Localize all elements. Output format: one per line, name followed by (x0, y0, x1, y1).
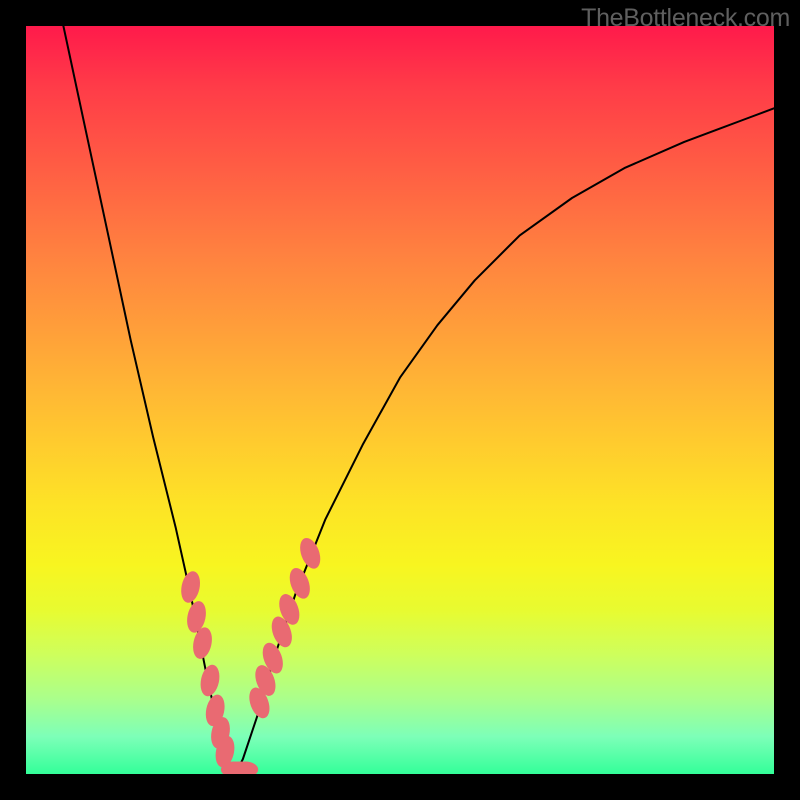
data-marker (198, 663, 222, 698)
bottleneck-curve (63, 26, 774, 774)
plot-area (26, 26, 774, 774)
data-marker (178, 569, 202, 604)
bottleneck-chart (26, 26, 774, 774)
chart-frame: TheBottleneck.com (0, 0, 800, 800)
data-marker (296, 535, 324, 571)
